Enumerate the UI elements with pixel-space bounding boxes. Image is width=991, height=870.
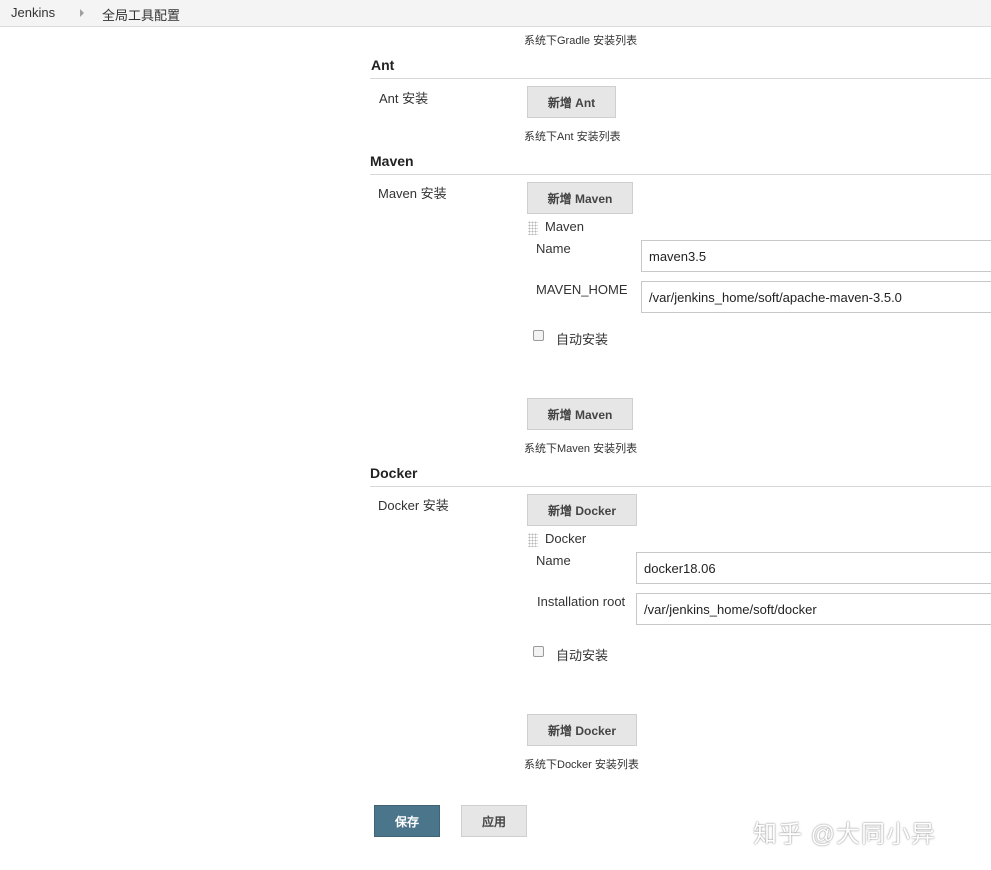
add-docker-button[interactable]: 新增 Docker bbox=[527, 494, 637, 526]
maven-name-label: Name bbox=[536, 241, 571, 256]
docker-auto-install-label: 自动安装 bbox=[556, 648, 609, 663]
maven-auto-install-label: 自动安装 bbox=[556, 332, 609, 347]
maven-install-label: Maven 安装 bbox=[378, 186, 447, 201]
maven-section-title: Maven bbox=[370, 153, 414, 169]
drag-handle-icon[interactable] bbox=[528, 221, 538, 235]
maven-name-input[interactable] bbox=[641, 240, 991, 272]
maven-home-label: MAVEN_HOME bbox=[536, 282, 628, 297]
docker-install-label: Docker 安装 bbox=[378, 498, 449, 513]
docker-name-label: Name bbox=[536, 553, 571, 568]
docker-installation-title: Docker bbox=[545, 531, 587, 546]
add-maven-button[interactable]: 新增 Maven bbox=[527, 182, 633, 214]
maven-auto-install-checkbox[interactable] bbox=[533, 330, 544, 341]
add-maven-button-bottom[interactable]: 新增 Maven bbox=[527, 398, 633, 430]
add-ant-button[interactable]: 新增 Ant bbox=[527, 86, 616, 118]
breadcrumb: Jenkins 全局工具配置 bbox=[0, 0, 991, 27]
maven-section-divider bbox=[370, 174, 991, 175]
docker-name-input[interactable] bbox=[636, 552, 991, 584]
save-button[interactable]: 保存 bbox=[374, 805, 440, 837]
watermark-text: 知乎 @大同小异 bbox=[753, 821, 937, 848]
maven-install-list-hint: 系统下Maven 安装列表 bbox=[524, 443, 638, 455]
docker-root-label: Installation root bbox=[537, 594, 626, 609]
docker-section-divider bbox=[370, 486, 991, 487]
breadcrumb-separator-icon bbox=[80, 9, 84, 17]
ant-section-divider bbox=[370, 78, 991, 79]
ant-install-list-hint: 系统下Ant 安装列表 bbox=[524, 131, 621, 143]
drag-handle-icon[interactable] bbox=[528, 533, 538, 547]
docker-root-input[interactable] bbox=[636, 593, 991, 625]
ant-install-label: Ant 安装 bbox=[379, 91, 429, 106]
maven-home-input[interactable] bbox=[641, 281, 991, 313]
apply-button[interactable]: 应用 bbox=[461, 805, 527, 837]
breadcrumb-current-page[interactable]: 全局工具配置 bbox=[102, 5, 180, 24]
breadcrumb-jenkins-link[interactable]: Jenkins bbox=[11, 5, 55, 20]
ant-section-title: Ant bbox=[371, 57, 395, 73]
docker-auto-install-checkbox[interactable] bbox=[533, 646, 544, 657]
docker-install-list-hint: 系统下Docker 安装列表 bbox=[524, 759, 639, 771]
maven-installation-title: Maven bbox=[545, 219, 585, 234]
docker-section-title: Docker bbox=[370, 465, 418, 481]
gradle-install-list-hint: 系统下Gradle 安装列表 bbox=[524, 35, 638, 47]
add-docker-button-bottom[interactable]: 新增 Docker bbox=[527, 714, 637, 746]
